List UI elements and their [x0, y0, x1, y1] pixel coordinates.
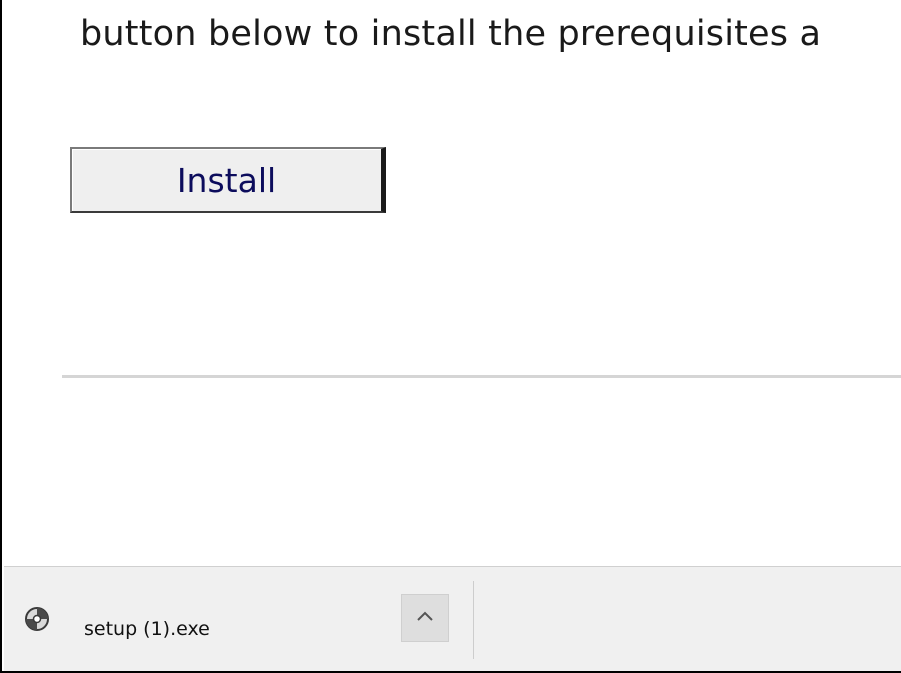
download-options-button[interactable] — [401, 594, 449, 642]
content-divider — [62, 375, 901, 378]
download-item-separator — [473, 581, 474, 659]
download-file-name: setup (1).exe — [84, 618, 210, 640]
chevron-up-icon — [416, 609, 434, 627]
intro-text: button below to install the prerequisite… — [80, 14, 822, 54]
download-bar: setup (1).exe — [4, 566, 901, 671]
download-item[interactable]: setup (1).exe — [4, 567, 474, 671]
window-frame: button below to install the prerequisite… — [0, 0, 901, 673]
installer-content: button below to install the prerequisite… — [4, 0, 901, 566]
installer-disc-icon — [24, 606, 50, 632]
install-button[interactable]: Install — [70, 147, 386, 213]
